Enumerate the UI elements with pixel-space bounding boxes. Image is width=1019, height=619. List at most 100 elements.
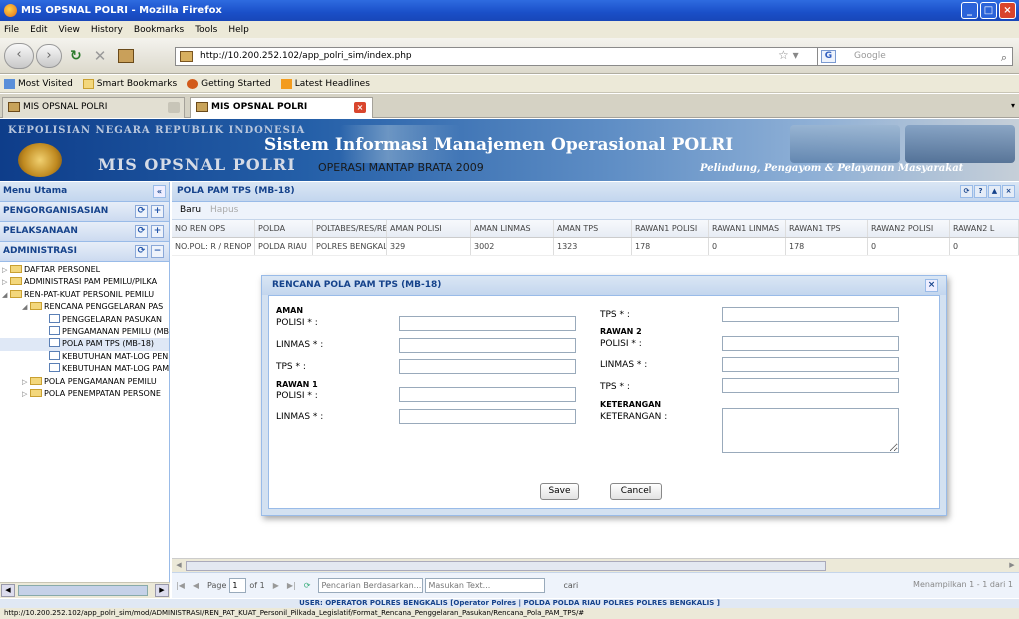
rawan1-polisi-input[interactable] xyxy=(399,387,576,402)
rawan1-tps-input[interactable] xyxy=(722,307,899,322)
menu-edit[interactable]: Edit xyxy=(30,25,47,35)
scroll-right-icon[interactable]: ▶ xyxy=(1006,560,1018,571)
collapse-arrow-icon[interactable]: ◢ xyxy=(22,301,30,313)
first-page-icon[interactable]: |◀ xyxy=(176,574,185,598)
expand-arrow-icon[interactable]: ▷ xyxy=(22,388,30,400)
tree-item[interactable]: ▷ POLA PENEMPATAN PERSONE xyxy=(0,388,169,400)
tree-item[interactable]: PENGAMANAN PEMILU (MB xyxy=(0,325,169,338)
back-button[interactable]: ‹ xyxy=(4,42,34,69)
column-header[interactable]: AMAN TPS xyxy=(554,220,632,237)
column-header[interactable]: POLTABES/RES/RE xyxy=(313,220,387,237)
google-icon[interactable]: G xyxy=(821,50,836,63)
search-button[interactable]: cari xyxy=(563,574,578,598)
column-header[interactable]: RAWAN1 TPS xyxy=(786,220,868,237)
tab-mis-opsnal-2[interactable]: MIS OPSNAL POLRI × xyxy=(190,97,373,118)
expand-arrow-icon[interactable]: ▷ xyxy=(2,264,10,276)
bookmark-getting-started[interactable]: Getting Started xyxy=(187,78,271,89)
menu-tools[interactable]: Tools xyxy=(195,25,217,35)
minimize-button[interactable]: _ xyxy=(961,2,978,19)
new-button[interactable]: Baru xyxy=(180,205,201,215)
menu-history[interactable]: History xyxy=(91,25,123,35)
keterangan-textarea[interactable] xyxy=(722,408,899,453)
refresh-icon[interactable]: ⟳ xyxy=(135,205,148,218)
scroll-thumb[interactable] xyxy=(186,561,826,571)
close-icon[interactable]: × xyxy=(925,279,938,292)
delete-button[interactable]: Hapus xyxy=(210,205,238,215)
page-input[interactable] xyxy=(229,578,247,593)
save-button[interactable]: Save xyxy=(540,483,579,500)
aman-tps-input[interactable] xyxy=(399,359,576,374)
menu-view[interactable]: View xyxy=(59,25,80,35)
column-header[interactable]: NO REN OPS xyxy=(172,220,255,237)
collapse-arrow-icon[interactable]: ◢ xyxy=(2,289,10,301)
tree-item[interactable]: ▷ POLA PENGAMANAN PEMILU xyxy=(0,376,169,388)
bookmark-smart[interactable]: Smart Bookmarks xyxy=(82,78,177,89)
refresh-icon[interactable]: ⟳ xyxy=(304,574,311,598)
section-administrasi[interactable]: ADMINISTRASI ⟳ − xyxy=(0,242,169,262)
column-header[interactable]: AMAN LINMAS xyxy=(471,220,554,237)
tab-close-icon[interactable] xyxy=(168,102,180,113)
search-text-input[interactable] xyxy=(425,578,546,593)
url-bar[interactable]: http://10.200.252.102/app_polri_sim/inde… xyxy=(175,47,825,66)
refresh-icon[interactable]: ⟳ xyxy=(135,225,148,238)
prev-page-icon[interactable]: ◀ xyxy=(193,574,199,598)
tab-close-icon[interactable]: × xyxy=(354,102,366,113)
reload-icon[interactable]: ↻ xyxy=(70,48,82,64)
column-header[interactable]: RAWAN1 POLISI xyxy=(632,220,709,237)
home-icon[interactable] xyxy=(118,48,135,63)
column-header[interactable]: RAWAN1 LINMAS xyxy=(709,220,786,237)
tree-item[interactable]: KEBUTUHAN MAT-LOG PEN xyxy=(0,350,169,363)
bookmark-star-icon[interactable]: ☆ ▾ xyxy=(778,48,799,62)
scroll-left-icon[interactable]: ◀ xyxy=(173,560,185,571)
tree-item[interactable]: ◢ REN-PAT-KUAT PERSONIL PEMILU xyxy=(0,289,169,301)
column-header[interactable]: AMAN POLISI xyxy=(387,220,471,237)
next-page-icon[interactable]: ▶ xyxy=(273,574,279,598)
grid-scrollbar[interactable]: ◀ ▶ xyxy=(172,558,1019,572)
maximize-button[interactable]: □ xyxy=(980,2,997,19)
stop-icon[interactable]: ✕ xyxy=(94,47,107,65)
table-row[interactable]: NO.POL: R / RENOP POLDA RIAU POLRES BENG… xyxy=(172,238,1019,256)
scroll-left-icon[interactable]: ◀ xyxy=(1,584,15,597)
collapse-section-icon[interactable]: − xyxy=(151,245,164,258)
search-input[interactable]: G Google ⌕ xyxy=(817,47,1013,66)
cancel-button[interactable]: Cancel xyxy=(610,483,662,500)
aman-polisi-input[interactable] xyxy=(399,316,576,331)
sidebar-scrollbar[interactable]: ◀ ▶ xyxy=(0,582,170,598)
close-button[interactable]: × xyxy=(999,2,1016,19)
scroll-right-icon[interactable]: ▶ xyxy=(155,584,169,597)
expand-arrow-icon[interactable]: ▷ xyxy=(22,376,30,388)
refresh-icon[interactable]: ⟳ xyxy=(135,245,148,258)
aman-linmas-input[interactable] xyxy=(399,338,576,353)
section-pengorganisasian[interactable]: PENGORGANISASIAN ⟳ + xyxy=(0,202,169,222)
column-header[interactable]: RAWAN2 POLISI xyxy=(868,220,950,237)
tab-list-icon[interactable]: ▾ xyxy=(1011,101,1015,110)
bookmark-latest-headlines[interactable]: Latest Headlines xyxy=(280,78,370,89)
menu-bookmarks[interactable]: Bookmarks xyxy=(134,25,184,35)
search-icon[interactable]: ⌕ xyxy=(1001,49,1007,66)
scroll-thumb[interactable] xyxy=(18,585,148,596)
tree-item[interactable]: ◢ RENCANA PENGGELARAN PAS xyxy=(0,301,169,313)
close-icon[interactable]: × xyxy=(1002,185,1015,198)
tree-item[interactable]: KEBUTUHAN MAT-LOG PAM xyxy=(0,363,169,375)
rawan1-linmas-input[interactable] xyxy=(399,409,576,424)
collapse-icon[interactable]: « xyxy=(153,185,166,198)
column-header[interactable]: POLDA xyxy=(255,220,313,237)
bookmark-most-visited[interactable]: Most Visited xyxy=(4,78,73,89)
menu-help[interactable]: Help xyxy=(228,25,249,35)
menu-file[interactable]: File xyxy=(4,25,19,35)
expand-icon[interactable]: + xyxy=(151,205,164,218)
tab-mis-opsnal-1[interactable]: MIS OPSNAL POLRI xyxy=(2,97,185,118)
section-pelaksanaan[interactable]: PELAKSANAAN ⟳ + xyxy=(0,222,169,242)
help-icon[interactable]: ? xyxy=(974,185,987,198)
tree-item[interactable]: ▷ DAFTAR PERSONEL xyxy=(0,264,169,276)
tree-item[interactable]: ▷ ADMINISTRASI PAM PEMILU/PILKA xyxy=(0,276,169,288)
rawan2-polisi-input[interactable] xyxy=(722,336,899,351)
expand-icon[interactable]: + xyxy=(151,225,164,238)
tree-item-selected[interactable]: POLA PAM TPS (MB-18) xyxy=(0,338,169,351)
refresh-icon[interactable]: ⟳ xyxy=(960,185,973,198)
collapse-icon[interactable]: ▲ xyxy=(988,185,1001,198)
rawan2-tps-input[interactable] xyxy=(722,378,899,393)
column-header[interactable]: RAWAN2 L xyxy=(950,220,1019,237)
expand-arrow-icon[interactable]: ▷ xyxy=(2,276,10,288)
last-page-icon[interactable]: ▶| xyxy=(287,574,296,598)
